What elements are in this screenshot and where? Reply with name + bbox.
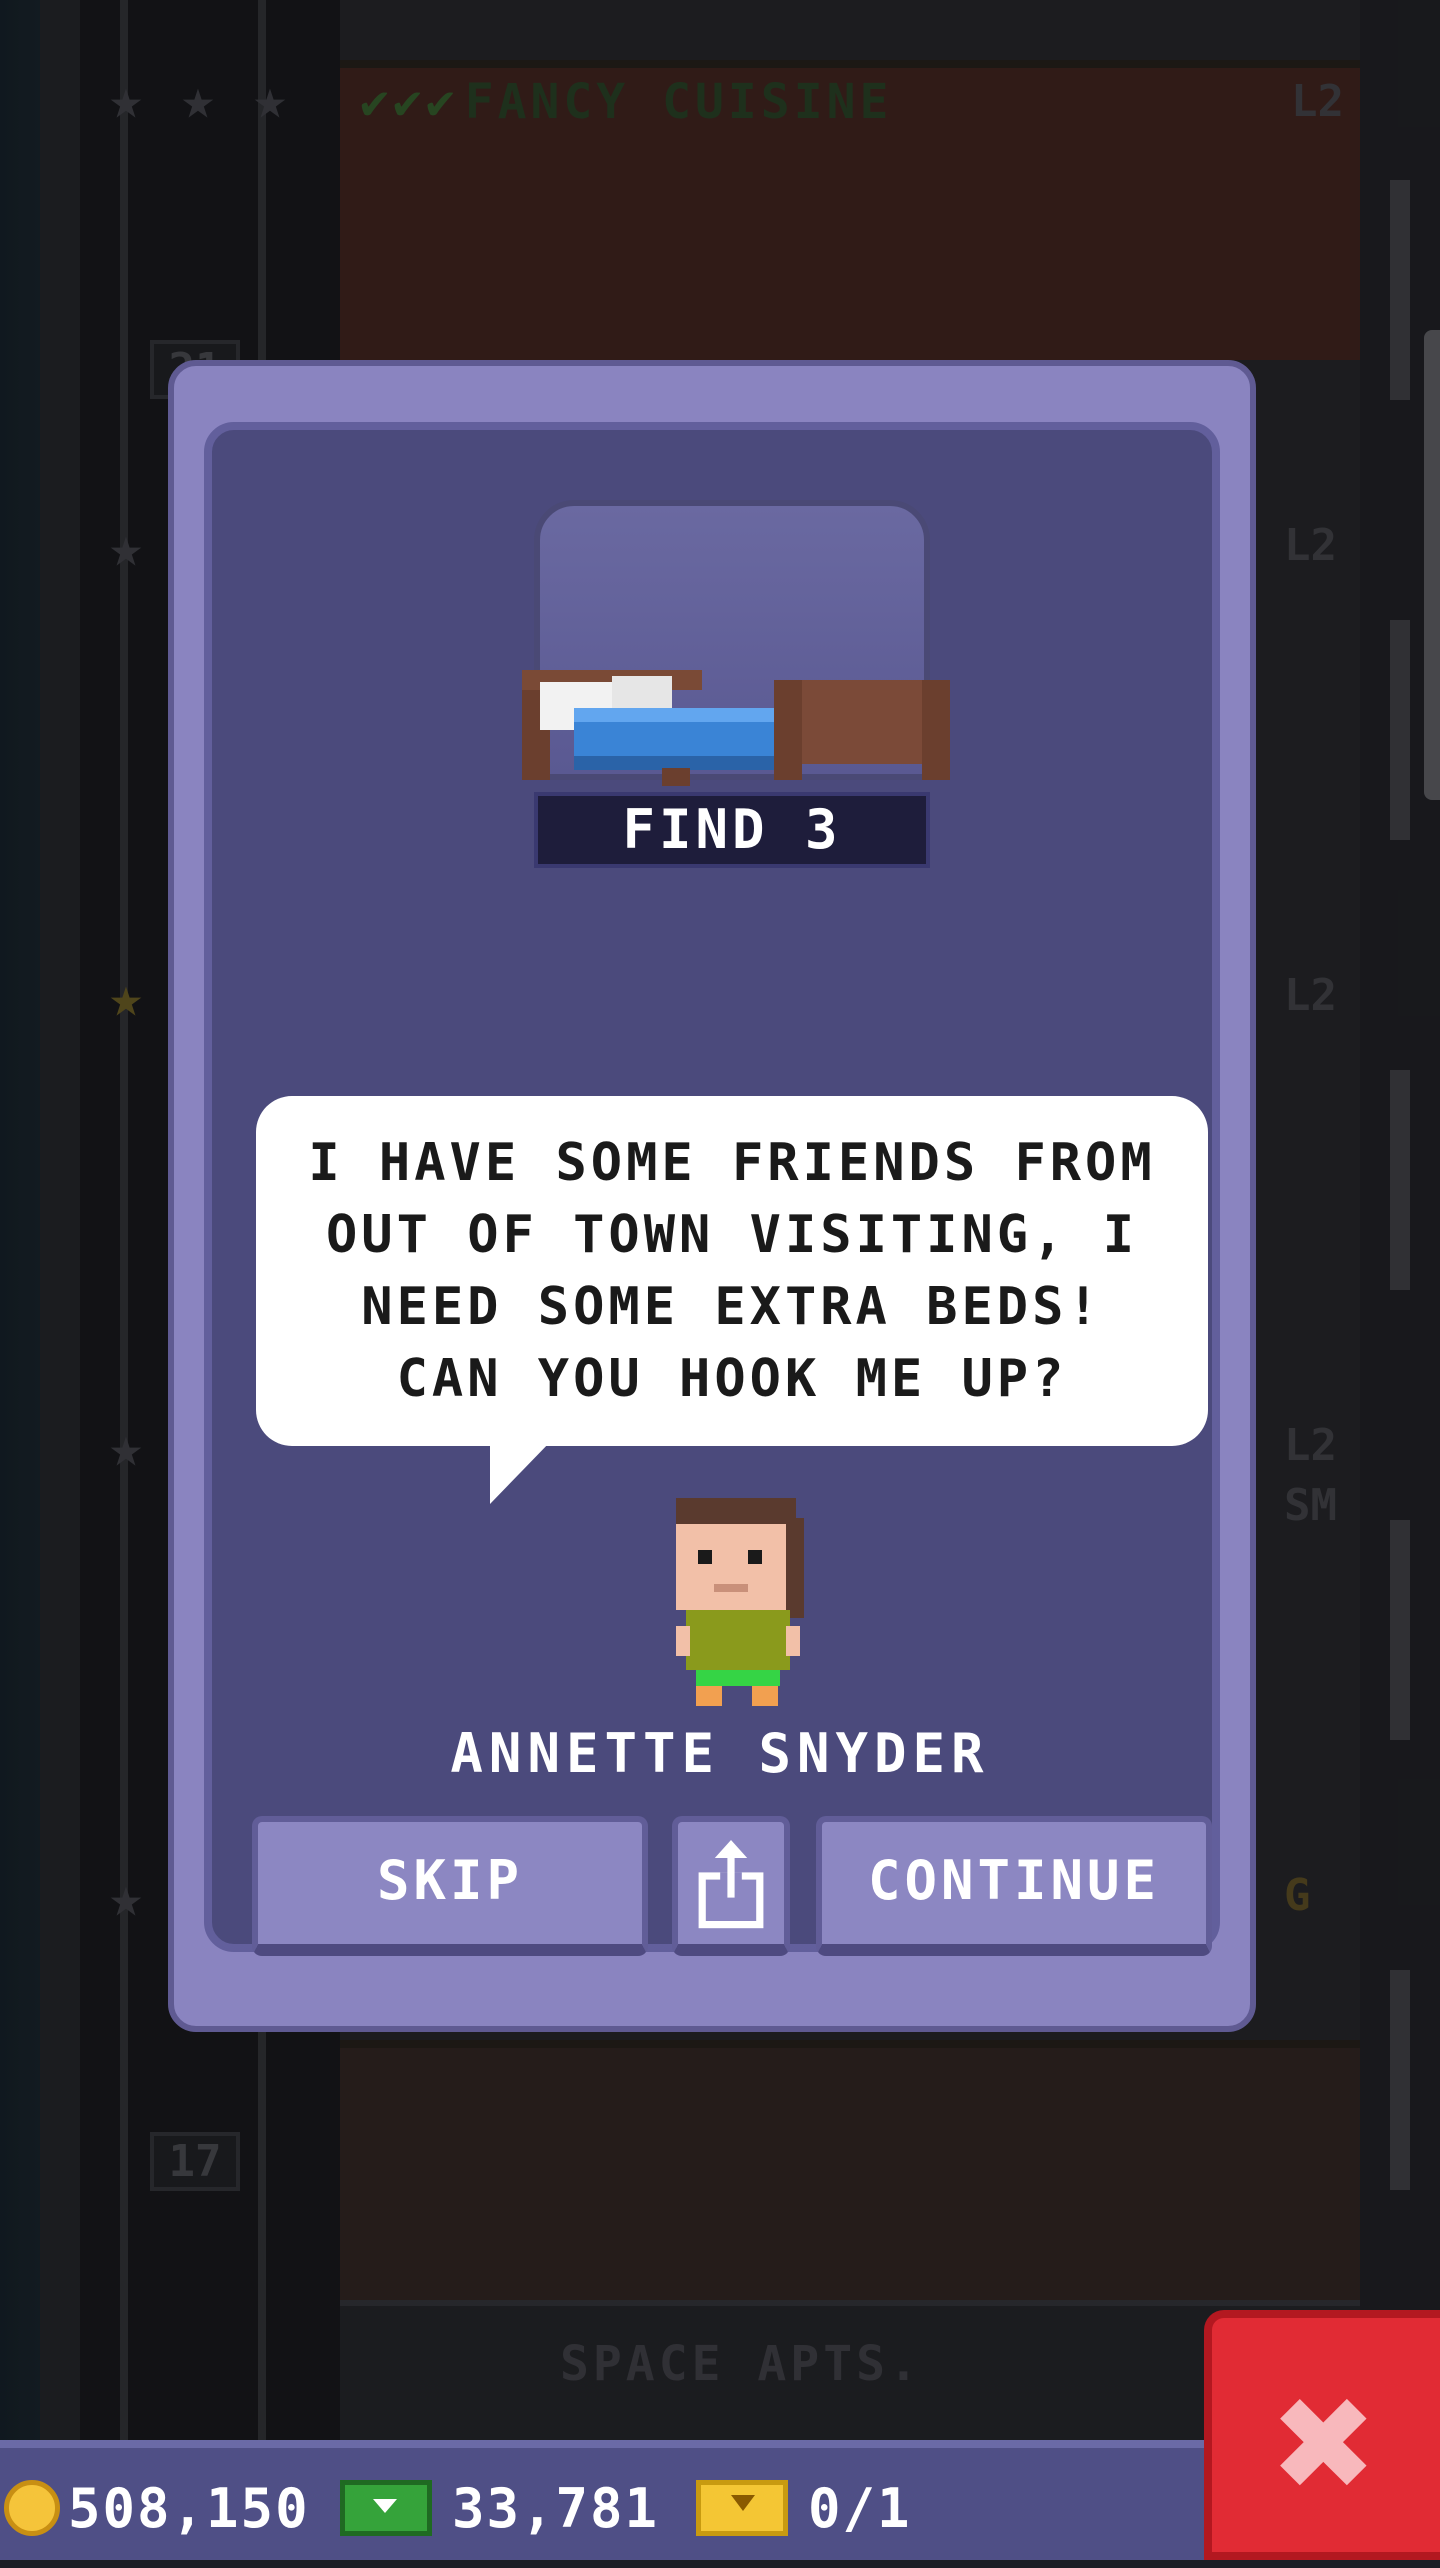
mission-dialog: FIND 3 I HAVE SOME FRIENDS FROM OUT OF T…	[168, 360, 1256, 2032]
coin-icon	[4, 2480, 60, 2536]
share-icon	[698, 1840, 764, 1929]
find-quantity-label: FIND 3	[534, 792, 930, 868]
mission-request-text: I HAVE SOME FRIENDS FROM OUT OF TOWN VIS…	[308, 1133, 1156, 1409]
speech-bubble-tail	[490, 1440, 552, 1504]
bed-icon	[522, 670, 950, 786]
close-icon: ✖	[1274, 2344, 1378, 2542]
continue-button[interactable]: CONTINUE	[816, 1816, 1212, 1956]
share-button[interactable]	[672, 1816, 790, 1956]
coins-display: 508,150	[4, 2470, 310, 2546]
coins-amount: 508,150	[68, 2476, 310, 2540]
golden-ticket-icon	[696, 2480, 788, 2536]
bitizen-avatar	[676, 1498, 804, 1706]
skip-button[interactable]: SKIP	[252, 1816, 648, 1956]
tickets-amount: 0/1	[808, 2476, 912, 2540]
bux-icon	[340, 2480, 432, 2536]
speech-bubble: I HAVE SOME FRIENDS FROM OUT OF TOWN VIS…	[256, 1096, 1208, 1446]
bux-amount: 33,781	[452, 2476, 660, 2540]
mission-dialog-body: FIND 3 I HAVE SOME FRIENDS FROM OUT OF T…	[204, 422, 1220, 1956]
golden-tickets-display[interactable]: 0/1	[696, 2470, 912, 2546]
close-button[interactable]: ✖	[1204, 2310, 1440, 2560]
bux-display[interactable]: 33,781	[340, 2470, 659, 2546]
bitizen-name: ANNETTE SNYDER	[450, 1722, 990, 1785]
